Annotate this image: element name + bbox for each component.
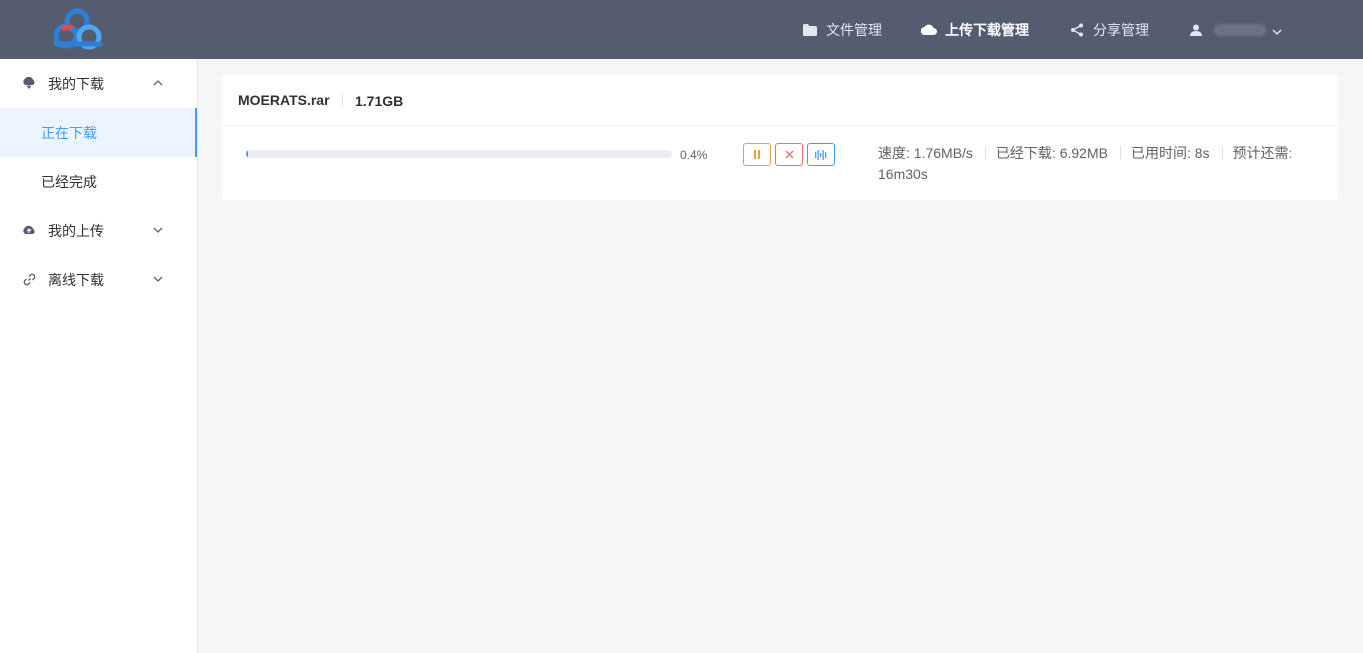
folder-icon [802,22,818,38]
sidebar-item-downloading[interactable]: 正在下载 [0,108,197,157]
nav-transfer-management-label: 上传下载管理 [945,21,1029,38]
sidebar-item-completed-label: 已经完成 [41,173,97,190]
chevron-down-icon [153,276,163,282]
divider [1221,146,1223,159]
chevron-down-icon [1272,22,1282,38]
sidebar-group-my-uploads-label: 我的上传 [48,222,104,239]
app-logo[interactable] [48,6,108,52]
download-stats: 速度: 1.76MB/s 已经下载: 6.92MB 已用时间: 8s 预计还需: 16… [878,143,1318,185]
divider [984,146,986,159]
close-icon [785,150,793,159]
download-card-header: MOERATS.rar 1.71GB [222,75,1338,126]
cloud-download-icon [22,76,36,90]
progress-bar-fill [246,150,248,158]
file-size: 1.71GB [355,93,404,109]
cloud-icon [921,22,937,38]
user-menu[interactable] [1188,0,1282,59]
sidebar-item-downloading-label: 正在下载 [41,124,97,141]
nav-share-management-label: 分享管理 [1093,21,1149,38]
downloaded-amount: 已经下载: 6.92MB [995,145,1108,161]
pause-button[interactable] [743,143,771,166]
user-icon [1188,22,1204,38]
top-header: 文件管理 上传下载管理 分享管理 [0,0,1363,59]
sidebar-group-my-downloads-label: 我的下载 [48,75,104,92]
chevron-up-icon [153,80,163,86]
progress-percent: 0.4% [680,148,708,162]
nav-file-management-label: 文件管理 [826,21,882,38]
nav-share-management[interactable]: 分享管理 [1069,0,1149,59]
sidebar-group-offline-download-label: 离线下载 [48,271,104,288]
chevron-down-icon [153,227,163,233]
elapsed-time: 已用时间: 8s [1130,145,1210,161]
nav-transfer-management[interactable]: 上传下载管理 [921,0,1029,59]
share-icon [1069,22,1085,38]
sidebar-item-completed[interactable]: 已经完成 [0,157,197,206]
details-button[interactable] [807,143,835,166]
sidebar: 我的下载 正在下载 已经完成 我的上传 离线下载 [0,59,198,653]
divider [1119,146,1121,159]
divider [342,93,343,107]
nav-file-management[interactable]: 文件管理 [802,0,882,59]
sidebar-group-offline-download[interactable]: 离线下载 [0,255,197,304]
pause-icon [754,150,760,159]
cloud-upload-icon [22,223,36,237]
download-card: MOERATS.rar 1.71GB 0.4% 速度: 1.76MB/s 已经下载… [222,75,1338,200]
progress-bar [246,150,672,158]
sidebar-group-my-downloads[interactable]: 我的下载 [0,59,197,108]
file-name: MOERATS.rar [238,92,330,108]
username-blurred [1214,23,1266,36]
cancel-button[interactable] [775,143,803,166]
link-icon [22,272,36,286]
sidebar-group-my-uploads[interactable]: 我的上传 [0,206,197,255]
signal-bars-icon [815,149,827,160]
download-speed: 速度: 1.76MB/s [878,145,973,161]
